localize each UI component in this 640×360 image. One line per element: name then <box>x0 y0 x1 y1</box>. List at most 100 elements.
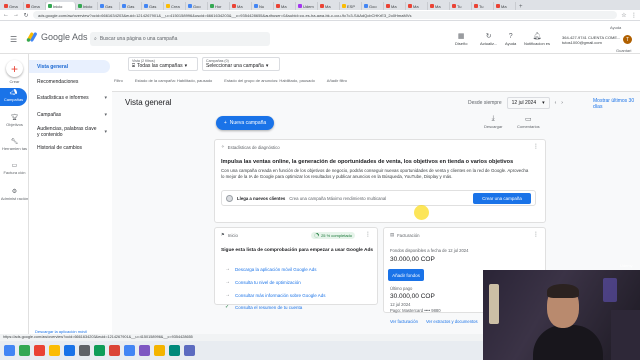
browser-tab[interactable]: Gas <box>98 2 120 10</box>
download-button[interactable]: ⤓ Descargar <box>484 115 502 129</box>
rail-item-trophy[interactable]: 🏆︎ Objetivos <box>0 115 29 128</box>
browser-tab[interactable]: Ma <box>428 2 450 10</box>
taskbar-app-icon[interactable] <box>184 345 195 356</box>
nav-item[interactable]: Audiencias, palabras clave y contenido ▾ <box>29 124 112 139</box>
forward-icon[interactable]: → <box>13 12 19 18</box>
taskbar-app-icon[interactable] <box>34 345 45 356</box>
billing-link[interactable]: Ver facturación <box>390 319 418 324</box>
last-payment-label: Último pago <box>390 286 413 291</box>
nav-item-label: Campañas <box>37 112 62 118</box>
campaign-dropdown[interactable]: Campañas (0) Seleccionar una campaña ▾ <box>202 57 280 71</box>
star-icon[interactable]: ☆ <box>621 12 627 19</box>
billing-link[interactable]: Ver extractos y documentos <box>426 319 478 324</box>
diagnostics-suggestion: Llega a nuevos clientes Crea una campaña… <box>221 190 536 206</box>
browser-tab[interactable]: Ma <box>406 2 428 10</box>
google-ads-logo[interactable]: Google Ads <box>26 32 88 42</box>
back-icon[interactable]: ← <box>3 12 9 18</box>
refresh-button[interactable]: ↻ Actualiz... <box>480 33 497 46</box>
last-30-days-link[interactable]: Mostrar últimos 30 días <box>593 98 640 110</box>
more-options-icon[interactable]: ⋮ <box>533 231 539 238</box>
taskbar-app-icon[interactable] <box>154 345 165 356</box>
search-input[interactable]: ⌕ Buscar una página o una campaña <box>90 32 270 46</box>
account-info[interactable]: 364-427-9741 CUENTA COME... tutos1000@gm… <box>562 35 620 45</box>
filter-chip[interactable]: Estado del grupo de anuncios: Habilitado… <box>224 78 315 83</box>
reload-icon[interactable]: ↻ <box>23 12 29 19</box>
comments-button[interactable]: ▭ Comentarios <box>517 115 540 129</box>
checklist-item-label: Descarga la aplicación móvil Google Ads <box>235 266 317 272</box>
browser-tab[interactable]: Goo <box>362 2 384 10</box>
rail-item-card[interactable]: ▭ Factura ción <box>0 163 29 176</box>
browser-tab[interactable]: Ma <box>230 2 252 10</box>
checklist-item[interactable]: → Consulta tu nivel de optimización <box>225 279 301 285</box>
tab-favicon-icon <box>4 4 8 8</box>
date-range[interactable]: Desde siempre 12 jul 2024 ▾ ‹ › <box>468 97 563 109</box>
prev-period-icon[interactable]: ‹ <box>555 100 557 106</box>
taskbar-app-icon[interactable] <box>19 345 30 356</box>
taskbar-app-icon[interactable] <box>64 345 75 356</box>
checklist-item[interactable]: ✓ Consulta el resumen de tu cuenta <box>225 304 302 310</box>
create-button[interactable]: + <box>6 60 23 77</box>
checklist-item[interactable]: → Descarga la aplicación móvil Google Ads <box>225 266 317 272</box>
nav-item[interactable]: Historial de cambios <box>29 142 112 154</box>
taskbar-app-icon[interactable] <box>79 345 90 356</box>
nav-item[interactable]: Estadísticas e informes ▾ <box>29 92 112 104</box>
address-bar[interactable]: ads.google.com/aw/overview?ocid=66616342… <box>33 11 617 19</box>
browser-tab[interactable]: Udem <box>296 2 318 10</box>
taskbar-app-icon[interactable] <box>4 345 15 356</box>
browser-tab[interactable]: Nu <box>252 2 274 10</box>
taskbar-app-icon[interactable] <box>109 345 120 356</box>
rail-item-gear[interactable]: ⚙ Administ ración <box>0 189 29 202</box>
browser-tab[interactable]: Gas <box>142 2 164 10</box>
browser-tab[interactable]: Inicio <box>46 2 76 10</box>
filter-icon-label[interactable]: Filtro <box>112 78 123 83</box>
browser-tab[interactable]: Ma <box>494 2 516 10</box>
nav-item[interactable]: Vista general <box>29 60 110 73</box>
view-dropdown[interactable]: Vista (2 filtros) ⌸ Todas las campañas ▾ <box>128 57 198 71</box>
checklist-item[interactable]: → Consultar más información sobre Google … <box>225 292 326 298</box>
create-campaign-button[interactable]: Crear una campaña <box>473 192 531 204</box>
browser-tab[interactable]: Crea <box>164 2 186 10</box>
avatar[interactable]: T <box>623 35 632 44</box>
browser-tab[interactable]: Gma <box>2 2 24 10</box>
campaign-dropdown-value: Seleccionar una campaña <box>206 63 264 69</box>
design-button[interactable]: ▦ Diseño <box>455 33 467 46</box>
filter-chip[interactable]: Estado de la campaña: Habilitado, pausad… <box>135 78 212 83</box>
browser-tab[interactable]: Ma <box>274 2 296 10</box>
filter-chip[interactable]: Añadir filtro <box>327 78 347 83</box>
rail-item-wrench[interactable]: 🔧︎ Herramien tas <box>0 139 29 152</box>
tab-label: Ma <box>281 3 287 9</box>
bell-button[interactable]: 🔔︎ Notificacion es <box>524 33 550 46</box>
browser-tab[interactable]: Tu <box>472 2 494 10</box>
browser-tab[interactable]: Tu <box>450 2 472 10</box>
menu-icon[interactable]: ⋮ <box>631 12 637 19</box>
browser-tab[interactable]: Ma <box>384 2 406 10</box>
nav-item[interactable]: Campañas ▾ <box>29 109 112 121</box>
browser-tab[interactable]: Gma <box>24 2 46 10</box>
taskbar-app-icon[interactable] <box>94 345 105 356</box>
checklist-title: Sigue esta lista de comprobación para em… <box>221 248 374 253</box>
browser-tab[interactable]: Inicio <box>76 2 98 10</box>
more-options-icon[interactable]: ⋮ <box>365 231 371 238</box>
nav-item[interactable]: Recomendaciones <box>29 76 112 88</box>
taskbar-app-icon[interactable] <box>169 345 180 356</box>
browser-tab[interactable]: Goo <box>186 2 208 10</box>
taskbar-app-icon[interactable] <box>124 345 135 356</box>
filter-bar: Vista (2 filtros) ⌸ Todas las campañas ▾ C… <box>112 54 640 92</box>
tab-label: Ma <box>413 3 419 9</box>
browser-tab[interactable]: Hor <box>208 2 230 10</box>
add-funds-button[interactable]: Añadir fondos <box>388 269 424 281</box>
hamburger-menu-icon[interactable]: ☰ <box>10 35 17 44</box>
browser-tab[interactable]: Gas <box>120 2 142 10</box>
help-button[interactable]: ? Ayuda <box>505 33 516 46</box>
taskbar-app-icon[interactable] <box>139 345 150 356</box>
more-options-icon[interactable]: ⋮ <box>533 143 539 150</box>
browser-tab[interactable]: ESP <box>340 2 362 10</box>
rail-item-label: Factura ción <box>3 170 26 175</box>
browser-tab[interactable]: Ma <box>318 2 340 10</box>
next-period-icon[interactable]: › <box>561 100 563 106</box>
new-campaign-button[interactable]: + Nueva campaña <box>216 116 274 130</box>
rail-item-megaphone[interactable]: 📣︎ Campañas <box>0 88 27 106</box>
taskbar-app-icon[interactable] <box>49 345 60 356</box>
date-picker[interactable]: 12 jul 2024 ▾ <box>506 97 550 109</box>
funnel-icon: ⌸ <box>132 63 136 69</box>
